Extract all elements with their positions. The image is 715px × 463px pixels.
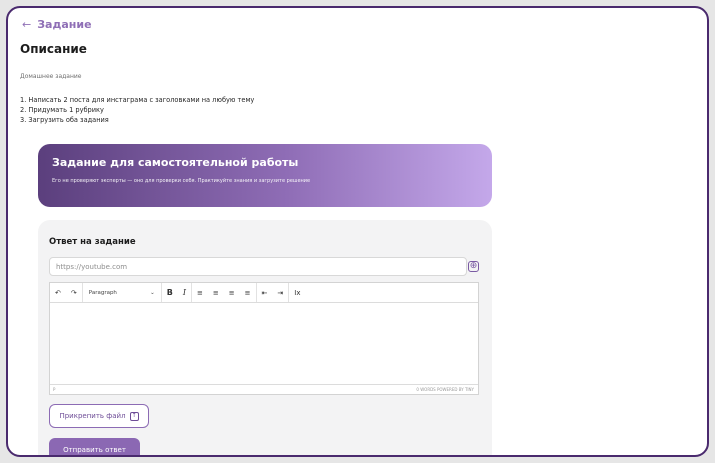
attach-file-button[interactable]: Прикрепить файл ↑ <box>49 404 149 428</box>
url-input[interactable]: https://youtube.com <box>49 257 467 276</box>
align-right-icon[interactable]: ≡ <box>224 283 240 302</box>
indent-icon[interactable]: ⇥ <box>272 283 290 302</box>
outdent-icon[interactable]: ⇤ <box>257 283 273 302</box>
attach-file-label: Прикрепить файл <box>59 412 126 420</box>
description-subtitle: Домашнее задание <box>20 73 82 80</box>
align-left-icon[interactable]: ≡ <box>192 283 208 302</box>
align-center-icon[interactable]: ≡ <box>208 283 224 302</box>
editor-statusbar: P 0 WORDS POWERED BY TINY <box>50 384 478 394</box>
task-item: 2. Придумать 1 рубрику <box>20 106 104 114</box>
send-answer-button[interactable]: Отправить ответ <box>49 438 140 455</box>
back-link-label: Задание <box>37 18 92 31</box>
page-title: Описание <box>20 42 87 56</box>
bold-button[interactable]: B <box>162 283 178 302</box>
answer-title: Ответ на задание <box>49 237 136 247</box>
chevron-down-icon: ⌄ <box>150 289 155 296</box>
italic-icon: I <box>182 288 187 297</box>
word-count: 0 WORDS POWERED BY TINY <box>416 387 474 392</box>
clear-format-icon[interactable]: Ix <box>289 283 305 302</box>
answer-card: Ответ на задание https://youtube.com ⊕ ↶… <box>38 220 492 455</box>
paragraph-select-label: Paragraph <box>88 289 117 296</box>
back-link[interactable]: ← Задание <box>22 18 92 31</box>
redo-icon[interactable]: ↷ <box>66 283 83 302</box>
paragraph-select[interactable]: Paragraph ⌄ <box>83 283 162 302</box>
align-justify-icon[interactable]: ≡ <box>240 283 257 302</box>
rich-text-editor[interactable]: ↶ ↷ Paragraph ⌄ B I ≡ ≡ ≡ ≡ ⇤ ⇥ Ix P 0 W… <box>49 282 479 395</box>
bold-icon: B <box>166 288 173 297</box>
page-frame: ← Задание Описание Домашнее задание 1. Н… <box>6 6 709 457</box>
undo-icon[interactable]: ↶ <box>50 283 66 302</box>
back-arrow-icon: ← <box>22 18 32 31</box>
task-item: 1. Написать 2 поста для инстаграма с заг… <box>20 96 255 104</box>
italic-button[interactable]: I <box>178 283 193 302</box>
upload-icon: ↑ <box>129 411 139 421</box>
banner-title: Задание для самостоятельной работы <box>52 156 299 169</box>
element-path: P <box>53 387 56 392</box>
task-list: 1. Написать 2 поста для инстаграма с заг… <box>20 95 254 125</box>
add-link-button[interactable]: ⊕ <box>468 261 479 272</box>
editor-toolbar: ↶ ↷ Paragraph ⌄ B I ≡ ≡ ≡ ≡ ⇤ ⇥ Ix <box>50 283 478 303</box>
banner-subtitle: Его не проверяют эксперты — оно для пров… <box>52 178 311 184</box>
self-work-banner: Задание для самостоятельной работы Его н… <box>38 144 492 207</box>
task-item: 3. Загрузить оба задания <box>20 116 109 124</box>
